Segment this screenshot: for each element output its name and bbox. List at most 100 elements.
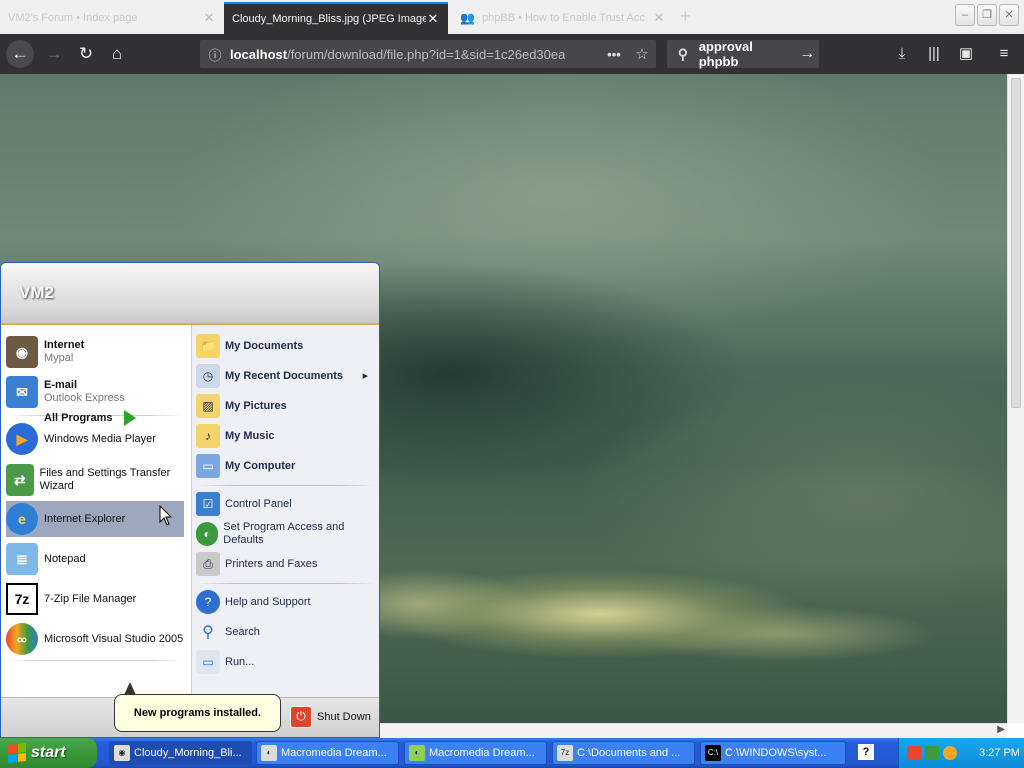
- item-label: Help and Support: [225, 595, 311, 608]
- item-label: Microsoft Visual Studio 2005: [44, 632, 184, 645]
- folder-icon: 📁: [196, 334, 220, 358]
- task-7zip-documents[interactable]: 7z C:\Documents and ...: [552, 741, 695, 765]
- close-icon[interactable]: ✕: [652, 10, 666, 26]
- start-label: start: [31, 744, 66, 761]
- search-text: approval phpbb: [698, 39, 753, 69]
- item-label: My Recent Documents: [225, 369, 343, 382]
- tab-phpbb-trust[interactable]: 👥 phpBB • How to Enable Trust Acc ✕: [452, 2, 674, 34]
- music-folder-icon: ♪: [196, 424, 220, 448]
- shut-down-button[interactable]: ⏻ Shut Down: [290, 706, 371, 728]
- system-program-access[interactable]: ◐ Set Program Access and Defaults: [196, 520, 376, 548]
- tab-forum-index[interactable]: VM2's Forum • Index page ✕: [0, 2, 224, 34]
- computer-icon: ▭: [196, 454, 220, 478]
- item-label: Run...: [225, 655, 255, 668]
- maximize-button[interactable]: ❐: [977, 4, 997, 26]
- close-window-button[interactable]: ✕: [999, 4, 1019, 26]
- place-my-music[interactable]: ♪ My Music: [196, 424, 376, 448]
- 7zip-icon: 7z: [6, 583, 38, 615]
- task-label: Macromedia Dream...: [429, 747, 535, 759]
- tray-app-icon[interactable]: [907, 746, 921, 760]
- shut-down-label: Shut Down: [317, 711, 371, 723]
- page-actions-icon[interactable]: •••: [600, 47, 628, 62]
- program-7zip[interactable]: 7z 7-Zip File Manager: [6, 583, 184, 615]
- item-subtitle: Outlook Express: [44, 392, 125, 404]
- all-programs-label: All Programs: [44, 412, 113, 424]
- system-printers-faxes[interactable]: ⎙ Printers and Faxes: [196, 552, 376, 576]
- program-visual-studio[interactable]: ∞ Microsoft Visual Studio 2005: [6, 623, 184, 655]
- program-internet-explorer[interactable]: e Internet Explorer: [6, 501, 184, 537]
- recent-documents-icon: ◷: [196, 364, 220, 388]
- search-go-icon[interactable]: →: [795, 45, 819, 63]
- task-firefox-cloudy[interactable]: ◉ Cloudy_Morning_Bli...: [109, 741, 252, 765]
- pinned-internet[interactable]: ◉ Internet Mypal: [6, 336, 184, 368]
- task-cmd[interactable]: C:\ C:\WINDOWS\syst...: [700, 741, 846, 765]
- forward-button[interactable]: →: [40, 40, 68, 68]
- place-my-documents[interactable]: 📁 My Documents: [196, 334, 376, 358]
- close-icon[interactable]: ✕: [202, 10, 216, 26]
- item-label: 7-Zip File Manager: [44, 592, 137, 605]
- task-label: C:\Documents and ...: [577, 747, 681, 759]
- place-my-recent-documents[interactable]: ◷ My Recent Documents ▶: [196, 364, 376, 388]
- internet-explorer-icon: e: [6, 503, 38, 535]
- new-programs-balloon[interactable]: New programs installed.: [114, 694, 281, 732]
- search-item[interactable]: ⚲ Search: [196, 620, 376, 644]
- separator: [8, 660, 182, 661]
- scroll-right-icon[interactable]: ▶: [997, 724, 1005, 735]
- menu-icon[interactable]: ≡: [990, 40, 1018, 68]
- start-menu-header: VM2: [1, 263, 379, 325]
- tray-search-icon[interactable]: [943, 746, 957, 760]
- media-player-icon: ▶: [6, 423, 38, 455]
- help-icon[interactable]: ?: [858, 744, 874, 760]
- outlook-express-icon: ✉: [6, 376, 38, 408]
- scrollbar-thumb[interactable]: [1011, 78, 1021, 408]
- tab-cloudy-image[interactable]: Cloudy_Morning_Bliss.jpg (JPEG Image ✕: [224, 2, 448, 34]
- item-label: My Computer: [225, 459, 296, 472]
- pinned-email[interactable]: ✉ E-mail Outlook Express: [6, 376, 184, 408]
- item-label: Windows Media Player: [44, 432, 156, 445]
- scroll-corner: [1007, 723, 1024, 738]
- task-dreamweaver-2[interactable]: ◐ Macromedia Dream...: [404, 741, 547, 765]
- item-subtitle: Mypal: [44, 352, 74, 364]
- transfer-wizard-icon: ⇄: [6, 464, 34, 496]
- program-files-transfer-wizard[interactable]: ⇄ Files and Settings Transfer Wizard: [6, 463, 184, 497]
- tray-network-icon[interactable]: [925, 746, 939, 760]
- place-my-pictures[interactable]: ▨ My Pictures: [196, 394, 376, 418]
- back-button[interactable]: ←: [6, 40, 34, 68]
- submenu-arrow-icon: ▶: [362, 373, 368, 380]
- program-access-icon: ◐: [196, 522, 219, 546]
- task-label: Cloudy_Morning_Bli...: [134, 747, 242, 759]
- reload-button[interactable]: ↻: [72, 40, 100, 68]
- vertical-scrollbar[interactable]: [1007, 74, 1024, 723]
- system-control-panel[interactable]: ☑ Control Panel: [196, 492, 376, 516]
- new-tab-button[interactable]: +: [680, 6, 691, 27]
- close-icon[interactable]: ✕: [426, 11, 440, 27]
- search-icon: ⚲: [677, 45, 688, 62]
- visual-studio-icon: ∞: [6, 623, 38, 655]
- url-bar[interactable]: ⓘ localhost /forum/download/file.php?id=…: [200, 40, 656, 68]
- printer-icon: ⎙: [196, 552, 220, 576]
- info-icon[interactable]: ⓘ: [200, 45, 230, 64]
- minimize-button[interactable]: –: [955, 4, 975, 26]
- arrow-right-icon: [124, 410, 137, 426]
- help-icon: ?: [196, 590, 220, 614]
- horizontal-scrollbar[interactable]: ▶: [380, 723, 1007, 738]
- all-programs-button[interactable]: All Programs: [44, 410, 137, 426]
- start-button[interactable]: start: [0, 738, 97, 768]
- home-button[interactable]: ⌂: [103, 40, 131, 68]
- dreamweaver-icon: ◐: [409, 745, 425, 761]
- program-windows-media-player[interactable]: ▶ Windows Media Player: [6, 423, 184, 455]
- download-icon[interactable]: ⤓: [888, 40, 916, 68]
- help-and-support[interactable]: ? Help and Support: [196, 590, 376, 614]
- bookmark-star-icon[interactable]: ☆: [628, 45, 656, 63]
- sidebar-icon[interactable]: ▣: [952, 40, 980, 68]
- program-notepad[interactable]: ≣ Notepad: [6, 543, 184, 575]
- dreamweaver-icon: ◐: [261, 745, 277, 761]
- task-label: C:\WINDOWS\syst...: [725, 747, 827, 759]
- item-label: Notepad: [44, 552, 86, 565]
- library-icon[interactable]: |||: [920, 40, 948, 68]
- item-title: E-mail: [44, 379, 78, 391]
- task-dreamweaver-1[interactable]: ◐ Macromedia Dream...: [256, 741, 399, 765]
- run-item[interactable]: ▭ Run...: [196, 650, 376, 674]
- search-bar[interactable]: ⚲ approval phpbb →: [667, 39, 819, 69]
- place-my-computer[interactable]: ▭ My Computer: [196, 454, 376, 478]
